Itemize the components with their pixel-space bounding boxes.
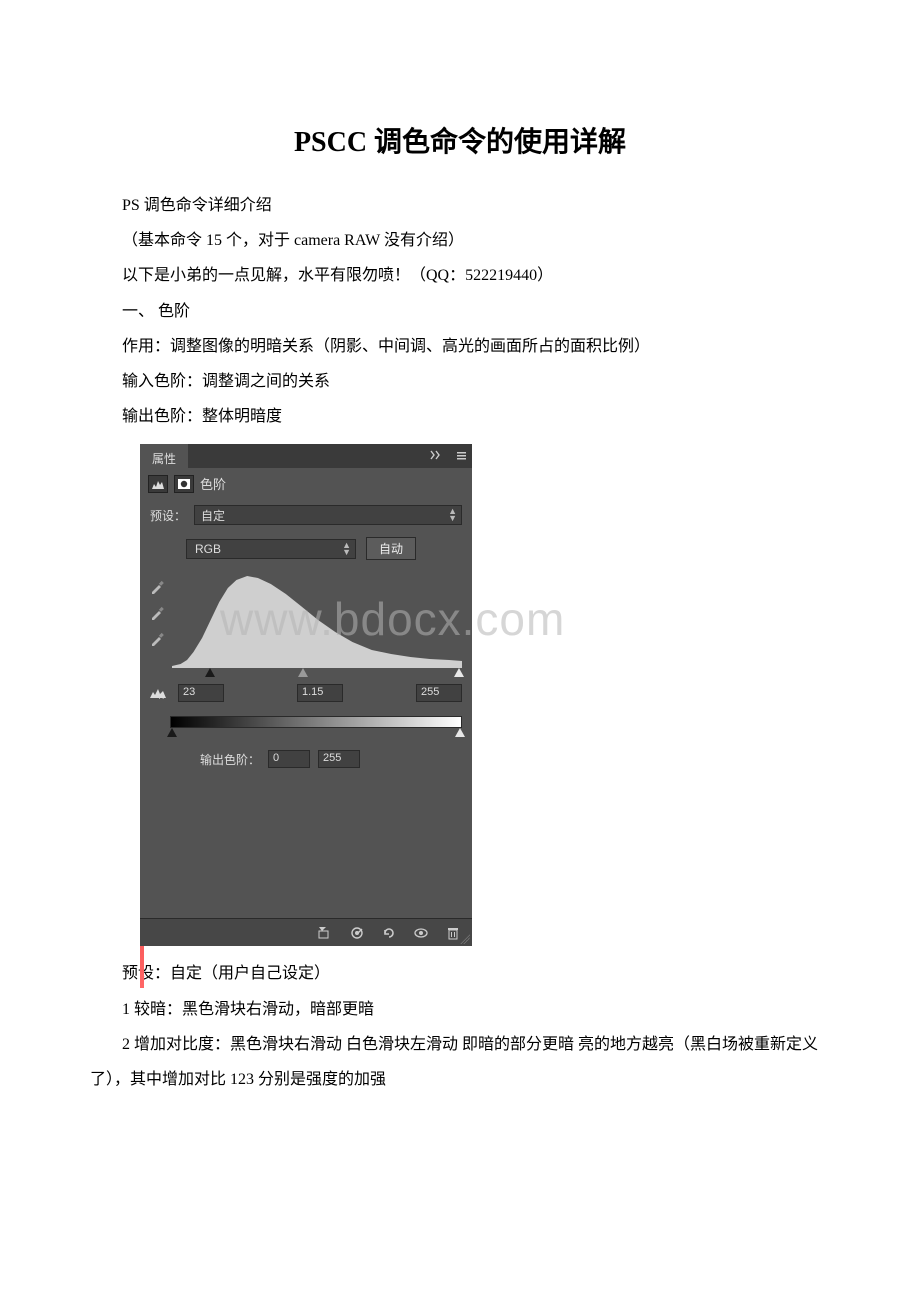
dropdown-stepper-icon: ▲▼ (448, 508, 457, 522)
resize-grip-icon[interactable] (460, 934, 470, 944)
preset-select[interactable]: 自定 ▲▼ (194, 505, 462, 525)
view-previous-icon[interactable] (348, 924, 366, 942)
paragraph: 以下是小弟的一点见解，水平有限勿喷！（QQ：522219440） (90, 258, 830, 293)
page-title: PSCC 调色命令的使用详解 (90, 120, 830, 160)
clip-to-layer-icon[interactable] (316, 924, 334, 942)
paragraph: 一、 色阶 (90, 294, 830, 329)
paragraph: 输出色阶：整体明暗度 (90, 399, 830, 434)
paragraph: （基本命令 15 个，对于 camera RAW 没有介绍） (90, 223, 830, 258)
adjustment-title: 色阶 (200, 474, 226, 493)
tab-properties[interactable]: 属性 (140, 444, 188, 468)
on-image-adjust-icon[interactable]: A (148, 685, 170, 701)
paragraph: 输入色阶：调整调之间的关系 (90, 364, 830, 399)
collapse-icon[interactable] (430, 450, 442, 463)
reset-icon[interactable] (380, 924, 398, 942)
mask-icon[interactable] (174, 475, 194, 493)
panel-menu-icon[interactable] (452, 450, 466, 463)
input-white-slider[interactable] (454, 668, 464, 677)
visibility-icon[interactable] (412, 924, 430, 942)
channel-value: RGB (195, 542, 221, 556)
gray-point-eyedropper[interactable] (146, 602, 168, 624)
auto-button[interactable]: 自动 (366, 537, 416, 560)
output-gradient (170, 716, 462, 728)
article-body: PS 调色命令详细介绍 （基本命令 15 个，对于 camera RAW 没有介… (90, 188, 830, 434)
input-black-field[interactable]: 23 (178, 684, 224, 702)
paragraph: 2 增加对比度：黑色滑块右滑动 白色滑块左滑动 即暗的部分更暗 亮的地方越亮（黑… (90, 1027, 830, 1097)
screenshot-levels-panel: 属性 色阶 预设 (140, 444, 830, 946)
panel-empty-area (140, 778, 472, 918)
output-black-field[interactable]: 0 (268, 750, 310, 768)
article-body-cont: 预设：自定（用户自己设定） 1 较暗：黑色滑块右滑动，暗部更暗 2 增加对比度：… (90, 956, 830, 1097)
preset-value: 自定 (201, 507, 225, 524)
output-label: 输出色阶： (200, 751, 260, 768)
dropdown-stepper-icon: ▲▼ (342, 542, 351, 556)
levels-icon (148, 475, 168, 493)
panel-tabbar: 属性 (140, 444, 472, 468)
output-slider-track[interactable] (170, 728, 462, 740)
input-black-slider[interactable] (205, 668, 215, 677)
input-gamma-slider[interactable] (298, 668, 308, 677)
paragraph: 作用：调整图像的明暗关系（阴影、中间调、高光的画面所占的面积比例） (90, 329, 830, 364)
preset-label: 预设： (150, 507, 186, 524)
output-white-field[interactable]: 255 (318, 750, 360, 768)
input-slider-track[interactable] (170, 668, 462, 680)
output-black-slider[interactable] (167, 728, 177, 737)
panel-footer (140, 918, 472, 946)
black-point-eyedropper[interactable] (146, 576, 168, 598)
paragraph: 预设：自定（用户自己设定） (90, 956, 830, 991)
properties-panel: 属性 色阶 预设 (140, 444, 472, 946)
svg-text:A: A (159, 694, 164, 700)
input-white-field[interactable]: 255 (416, 684, 462, 702)
input-gamma-field[interactable]: 1.15 (297, 684, 343, 702)
channel-select[interactable]: RGB ▲▼ (186, 539, 356, 559)
output-white-slider[interactable] (455, 728, 465, 737)
histogram (172, 572, 462, 668)
paragraph: PS 调色命令详细介绍 (90, 188, 830, 223)
white-point-eyedropper[interactable] (146, 628, 168, 650)
paragraph: 1 较暗：黑色滑块右滑动，暗部更暗 (90, 992, 830, 1027)
